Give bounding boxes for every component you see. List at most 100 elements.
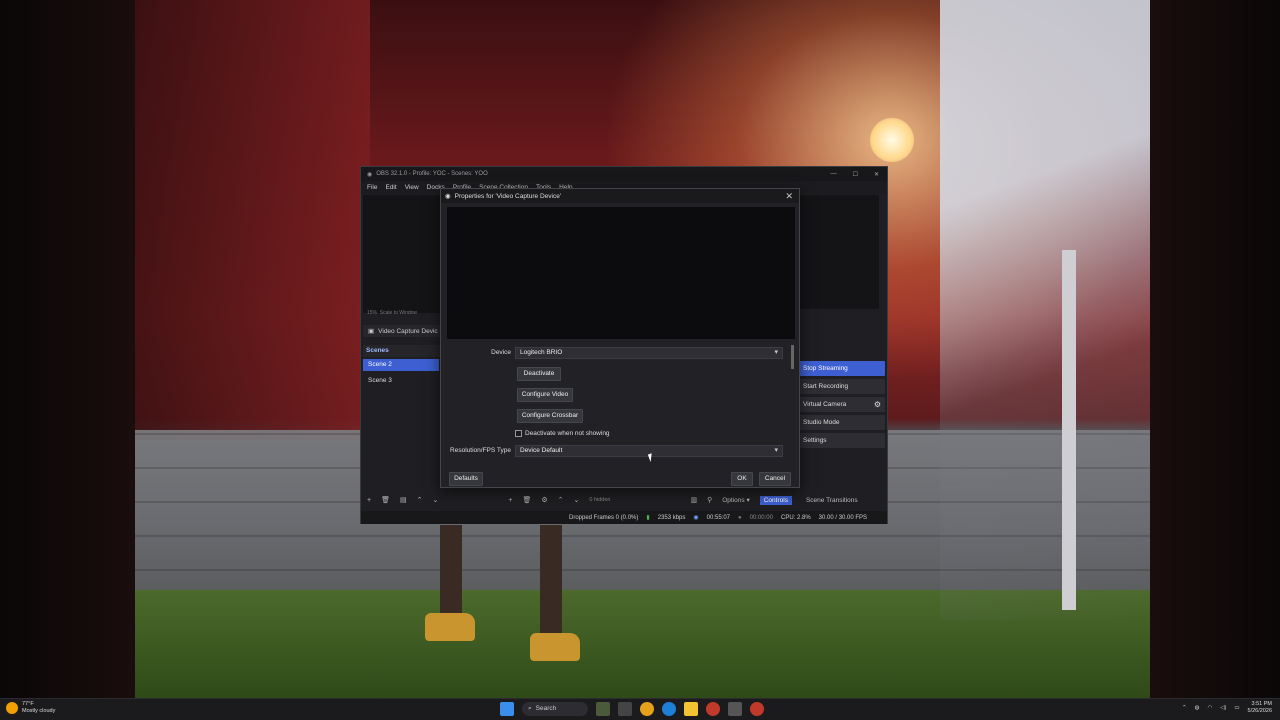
task-view-icon[interactable] [618,702,632,716]
settings-button[interactable]: Settings [797,433,885,448]
resolution-value: Device Default [520,447,563,454]
dialog-titlebar[interactable]: ◉ Properties for 'Video Capture Device' … [441,189,799,203]
porch-light [870,118,914,162]
file-explorer-icon[interactable] [684,702,698,716]
network-icon[interactable]: ◍ [1195,705,1200,711]
weather-temp: 77°F [22,701,34,707]
widgets-icon[interactable] [596,702,610,716]
store-icon[interactable] [728,702,742,716]
resolution-label: Resolution/FPS Type [450,447,511,454]
ok-button[interactable]: OK [731,472,753,486]
remove-source-icon[interactable]: 🗑 [522,496,531,504]
chevron-down-icon: ▾ [774,349,778,356]
search-label: Search [535,705,557,712]
camera-icon: ▣ [368,328,375,335]
hidden-count: 0 hidden [589,497,611,503]
menu-edit[interactable]: Edit [385,184,396,191]
configure-video-button[interactable]: Configure Video [517,388,573,402]
device-select[interactable]: Logitech BRIO ▾ [515,347,783,359]
menu-view[interactable]: View [405,184,419,191]
weather-icon [6,702,18,714]
source-settings-icon[interactable]: ⚙ [541,496,547,504]
properties-scrollbar[interactable] [791,345,794,369]
scale-to-window[interactable]: Scale to Window [380,310,417,316]
add-scene-icon[interactable]: + [367,497,371,504]
move-up-icon[interactable]: ⌃ [417,496,423,504]
preview-zoom[interactable]: 15% [367,310,377,316]
porch [940,0,1150,620]
options-dropdown[interactable]: Options ▾ [722,496,749,504]
rec-icon: ● [738,514,742,521]
rec-time: 00:00:00 [749,514,773,521]
configure-crossbar-button[interactable]: Configure Crossbar [517,409,583,423]
source-up-icon[interactable]: ⌃ [558,496,564,504]
obs-bottom-toolbar: + 🗑 ▤ ⌃ ⌄ + 🗑 ⚙ ⌃ ⌄ 0 hidden ▥ ⚲ Options… [363,493,883,507]
close-icon[interactable]: ✕ [785,191,799,202]
clock-date: 5/26/2026 [1247,708,1272,714]
studio-mode-button[interactable]: Studio Mode [797,415,885,430]
filters-icon[interactable]: ▤ [400,496,407,504]
fps: 30.00 / 30.00 FPS [818,514,868,521]
device-value: Logitech BRIO [520,349,563,356]
source-toolbar[interactable]: ▣ Video Capture Devic [363,325,443,337]
deactivate-button[interactable]: Deactivate [517,367,561,381]
obs-logo-icon: ◉ [445,193,451,200]
tab-controls[interactable]: Controls [759,495,792,505]
close-icon[interactable]: ✕ [874,171,879,178]
porch-post [1062,250,1076,610]
chevron-down-icon: ▾ [774,447,778,454]
defaults-button[interactable]: Defaults [449,472,483,486]
scene-item-scene-3[interactable]: Scene 3 [363,375,439,387]
tab-scene-transitions[interactable]: Scene Transitions [802,496,862,505]
dialog-title: Properties for 'Video Capture Device' [454,192,562,200]
taskbar-search[interactable]: ⌕ Search [522,702,588,716]
minimize-icon[interactable]: — [831,171,837,178]
link-icon[interactable]: ⚲ [707,496,712,504]
add-source-icon[interactable]: + [508,497,512,504]
opera-icon[interactable] [706,702,720,716]
obs-preview-right[interactable] [797,195,879,309]
weather-widget[interactable]: 77°F Mostly cloudy [6,701,55,715]
frame-edge-left [0,0,135,698]
obs-titlebar[interactable]: ◉ OBS 32.1.0 - Profile: YOC - Scenes: YO… [361,167,887,181]
gear-icon[interactable]: ⚙ [874,397,881,412]
chevron-up-icon[interactable]: ⌃ [1182,705,1187,711]
controls-dock: Stop Streaming Start Recording Virtual C… [797,345,885,495]
clock-time: 3:51 PM [1251,701,1272,707]
edge-icon[interactable] [662,702,676,716]
preview-controls: 15% Scale to Window [363,310,443,320]
source-preview [447,207,795,339]
source-down-icon[interactable]: ⌄ [574,496,580,504]
remove-scene-icon[interactable]: 🗑 [381,496,390,504]
chrome-icon[interactable] [640,702,654,716]
stream-icon: ◉ [693,515,699,521]
obs-preview[interactable] [363,195,443,313]
maximize-icon[interactable]: ☐ [853,171,858,178]
battery-icon[interactable]: ▭ [1234,705,1239,711]
device-label: Device [491,349,511,356]
cancel-button[interactable]: Cancel [759,472,791,486]
scenes-header: Scenes [363,345,443,357]
scene-item-scene-2[interactable]: Scene 2 [363,359,439,371]
search-icon: ⌕ [528,705,532,712]
clock[interactable]: 3:51 PM 5/26/2026 [1248,701,1272,715]
brick-wall [130,0,370,440]
deactivate-checkbox[interactable] [515,430,522,437]
obs-logo-icon: ◉ [367,171,373,178]
move-down-icon[interactable]: ⌄ [432,496,438,504]
stop-streaming-button[interactable]: Stop Streaming [797,361,885,376]
system-tray: ⌃ ◍ ◠ ◁) ▭ 3:51 PM 5/26/2026 [1182,701,1272,715]
person-legs [420,525,600,675]
mixer-icon[interactable]: ▥ [690,496,697,504]
taskbar: 77°F Mostly cloudy ⌕ Search ⌃ ◍ ◠ ◁) ▭ 3… [0,698,1280,720]
start-icon[interactable] [500,702,514,716]
status-bar: Dropped Frames 0 (0.0%) ▮ 2353 kbps ◉ 00… [361,511,887,524]
weather-desc: Mostly cloudy [22,708,56,714]
menu-file[interactable]: File [367,184,377,191]
volume-icon[interactable]: ◁) [1220,705,1226,711]
start-recording-button[interactable]: Start Recording [797,379,885,394]
wifi-icon[interactable]: ◠ [1207,705,1212,711]
virtual-camera-button[interactable]: Virtual Camera ⚙ [797,397,885,412]
cpu-usage: CPU: 2.8% [780,514,811,521]
obs-app-icon[interactable] [750,702,764,716]
